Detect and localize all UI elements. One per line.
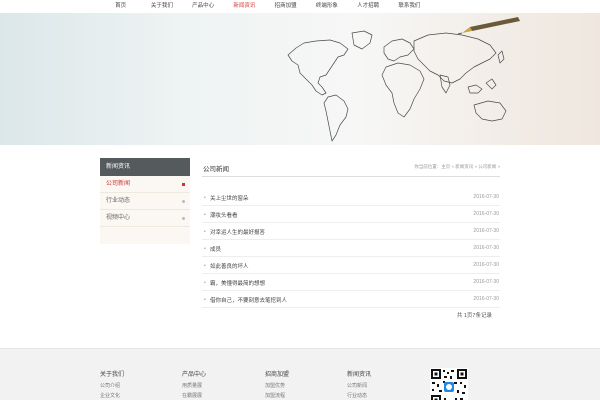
news-list: • 关上尘世的窗朵 2016-07-30 • 潮妆头看看 2016-07-30 • 对幸运人生… <box>202 189 500 308</box>
news-item[interactable]: • 如此善良的坏人 2016-07-30 <box>202 257 500 274</box>
news-item[interactable]: • 对幸运人生的最好报答 2016-07-30 <box>202 223 500 240</box>
footer-link[interactable]: 加盟优势 <box>265 382 335 392</box>
bullet-icon: • <box>204 297 206 303</box>
news-title[interactable]: 关上尘世的窗朵 <box>210 194 249 202</box>
nav-item[interactable]: 首页 <box>100 0 141 13</box>
nav-item[interactable]: 联系我们 <box>389 0 430 13</box>
bullet-icon: • <box>204 229 206 235</box>
news-title[interactable]: 霸，美懂得最简的想想 <box>210 279 265 287</box>
news-date: 2016-07-30 <box>473 262 499 268</box>
sidebar-title: 新闻资讯 <box>100 158 190 176</box>
news-item[interactable]: • 借你自己，不要刻意去笔挖到人 2016-07-30 <box>202 291 500 308</box>
footer-column: 产品中心用质量展 在霸展展 <box>182 369 252 400</box>
news-title[interactable]: 成员 <box>210 245 221 253</box>
footer-column: 新闻资讯公司新闻 行业动态 <box>347 369 417 400</box>
footer-link[interactable]: 企业文化 <box>100 392 170 400</box>
news-date: 2016-07-30 <box>473 211 499 217</box>
footer-link[interactable]: 行业动态 <box>347 392 417 400</box>
bullet-icon: • <box>204 280 206 286</box>
footer-link[interactable]: 用质量展 <box>182 382 252 392</box>
sidebar-item-label: 视频中心 <box>106 215 131 221</box>
pen-illustration <box>457 17 520 35</box>
nav-item[interactable]: 招商加盟 <box>265 0 306 13</box>
news-title[interactable]: 对幸运人生的最好报答 <box>210 228 265 236</box>
nav-item[interactable]: 产品中心 <box>183 0 224 13</box>
news-item[interactable]: • 关上尘世的窗朵 2016-07-30 <box>202 189 500 206</box>
pagination-info: 共 1页7条记录 <box>456 313 492 319</box>
bullet-icon <box>182 183 185 186</box>
sidebar-item-label: 公司新闻 <box>106 181 131 187</box>
news-date: 2016-07-30 <box>473 245 499 251</box>
news-title[interactable]: 潮妆头看看 <box>210 211 238 219</box>
section-title: 公司新闻 <box>203 166 229 173</box>
news-item[interactable]: • 潮妆头看看 2016-07-30 <box>202 206 500 223</box>
bullet-icon: • <box>204 246 206 252</box>
news-item[interactable]: • 成员 2016-07-30 <box>202 240 500 257</box>
top-navigation: 首页 关于我们 产品中心 新闻资讯 招商加盟 终端形象 人才招聘 联系我们 <box>0 0 600 13</box>
nav-item[interactable]: 新闻资讯 <box>224 0 265 13</box>
news-date: 2016-07-30 <box>473 279 499 285</box>
section-header: 公司新闻 你当前位置：主页 » 新闻资讯 » 公司新闻 » <box>202 158 500 177</box>
news-date: 2016-07-30 <box>473 194 499 200</box>
bullet-icon: • <box>204 195 206 201</box>
nav-item[interactable]: 终端形象 <box>306 0 347 13</box>
news-title[interactable]: 借你自己，不要刻意去笔挖到人 <box>210 296 287 304</box>
sidebar-menu: 公司新闻行业动态视频中心 <box>100 176 190 227</box>
bullet-icon: • <box>204 263 206 269</box>
nav-item[interactable]: 人才招聘 <box>348 0 389 13</box>
footer-link[interactable]: 公司新闻 <box>347 382 417 392</box>
site-footer: 关于我们 公司介绍 企业文化 产品中心 用质量展 在霸展展 招商加盟 加盟优势 加盟流程 新闻资讯… <box>0 348 600 400</box>
bullet-icon: • <box>204 212 206 218</box>
news-date: 2016-07-30 <box>473 296 499 302</box>
breadcrumb[interactable]: 你当前位置：主页 » 新闻资讯 » 公司新闻 » <box>414 164 500 170</box>
world-map-illustration <box>287 17 520 142</box>
footer-column: 招商加盟加盟优势 加盟流程 <box>265 369 335 400</box>
news-item[interactable]: • 霸，美懂得最简的想想 2016-07-30 <box>202 274 500 291</box>
sidebar-item[interactable]: 视频中心 <box>100 210 190 227</box>
news-title[interactable]: 如此善良的坏人 <box>210 262 249 270</box>
footer-column-title: 招商加盟 <box>265 372 290 378</box>
footer-column-title: 产品中心 <box>182 372 207 378</box>
sidebar-item[interactable]: 行业动态 <box>100 193 190 210</box>
main-content: 公司新闻 你当前位置：主页 » 新闻资讯 » 公司新闻 » • 关上尘世的窗朵 20… <box>202 158 500 328</box>
footer-column-title: 新闻资讯 <box>347 372 372 378</box>
bullet-icon <box>182 200 185 203</box>
sidebar-item-label: 行业动态 <box>106 198 131 204</box>
footer-link[interactable]: 公司介绍 <box>100 382 170 392</box>
hero-banner <box>0 13 600 145</box>
news-date: 2016-07-30 <box>473 228 499 234</box>
footer-column-title: 关于我们 <box>100 372 125 378</box>
sidebar-item[interactable]: 公司新闻 <box>100 176 190 193</box>
sidebar: 新闻资讯 公司新闻行业动态视频中心 <box>100 158 190 244</box>
footer-link[interactable]: 在霸展展 <box>182 392 252 400</box>
nav-list: 首页 关于我们 产品中心 新闻资讯 招商加盟 终端形象 人才招聘 联系我们 <box>100 0 430 13</box>
qr-code-icon <box>430 368 468 400</box>
bullet-icon <box>182 217 185 220</box>
nav-item[interactable]: 关于我们 <box>141 0 182 13</box>
footer-link[interactable]: 加盟流程 <box>265 392 335 400</box>
footer-column: 关于我们公司介绍 企业文化 <box>100 369 170 400</box>
